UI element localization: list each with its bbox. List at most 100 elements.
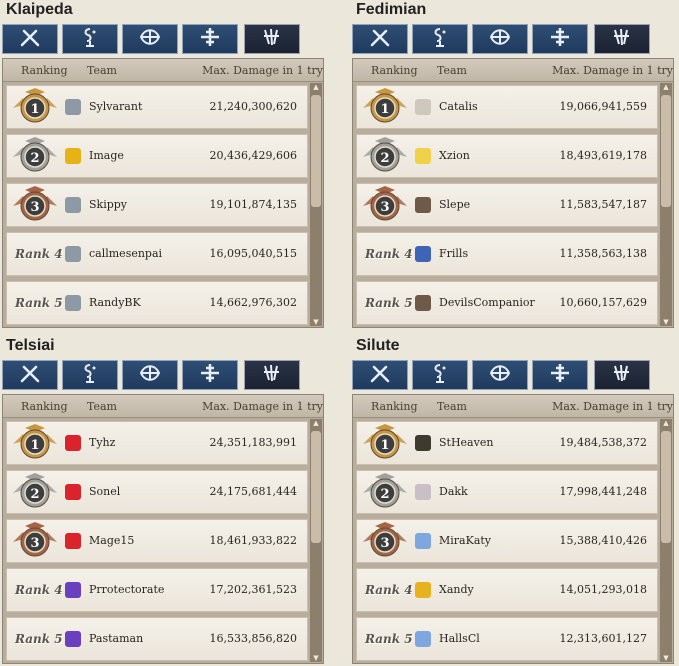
scroll-up-arrow-icon[interactable]: ▲: [311, 83, 321, 91]
header-damage: Max. Damage in 1 try: [552, 64, 673, 77]
tab-scout[interactable]: [594, 360, 650, 390]
tab-wizard[interactable]: [412, 24, 468, 54]
region-panel: Silute Ranking Team Max. Damage in 1 try 1 St…: [350, 336, 676, 666]
table-row[interactable]: Rank 4 Frills 11,358,563,138: [356, 232, 658, 276]
team-name: StHeaven: [439, 436, 494, 449]
scroll-up-arrow-icon[interactable]: ▲: [311, 419, 321, 427]
header-team: Team: [437, 400, 467, 413]
table-row[interactable]: 2 Sonel 24,175,681,444: [6, 470, 308, 514]
scroll-up-arrow-icon[interactable]: ▲: [661, 83, 671, 91]
tab-scout[interactable]: [244, 24, 300, 54]
table-row[interactable]: Rank 4 Xandy 14,051,293,018: [356, 568, 658, 612]
table-row[interactable]: 1 Catalis 19,066,941,559: [356, 85, 658, 129]
ranking-table: Ranking Team Max. Damage in 1 try 1 Catalis 1…: [352, 58, 674, 328]
tab-wizard[interactable]: [412, 360, 468, 390]
team-name: Xzion: [439, 149, 470, 162]
team-name: Sonel: [89, 485, 121, 498]
tab-cleric[interactable]: [532, 24, 588, 54]
scrollbar[interactable]: ▲ ▼: [310, 83, 322, 326]
character-emblem-icon: [415, 295, 431, 311]
table-row[interactable]: 3 Skippy 19,101,874,135: [6, 183, 308, 227]
region-title: Klaipeda: [6, 1, 73, 18]
swordsman-icon: [367, 362, 393, 388]
max-damage-value: 17,202,361,523: [209, 583, 297, 596]
cleric-icon: [197, 26, 223, 52]
bronze-medal-icon: 3: [361, 186, 409, 224]
tab-swordsman[interactable]: [2, 360, 58, 390]
rank-label: Rank 4: [15, 583, 63, 597]
table-row[interactable]: Rank 4 callmesenpai 16,095,040,515: [6, 232, 308, 276]
header-damage: Max. Damage in 1 try: [552, 400, 673, 413]
scroll-down-arrow-icon[interactable]: ▼: [311, 654, 321, 662]
tab-archer[interactable]: [472, 24, 528, 54]
table-row[interactable]: 1 Tyhz 24,351,183,991: [6, 421, 308, 465]
svg-text:1: 1: [380, 438, 389, 453]
gold-medal-icon: 1: [11, 424, 59, 462]
table-row[interactable]: Rank 5 DevilsCompanior 10,660,157,629: [356, 281, 658, 325]
table-row[interactable]: 2 Dakk 17,998,441,248: [356, 470, 658, 514]
table-row[interactable]: 2 Xzion 18,493,619,178: [356, 134, 658, 178]
table-row[interactable]: Rank 5 RandyBK 14,662,976,302: [6, 281, 308, 325]
tab-archer[interactable]: [122, 24, 178, 54]
max-damage-value: 14,662,976,302: [209, 296, 297, 309]
header-ranking: Ranking: [371, 64, 418, 77]
table-row[interactable]: 1 Sylvarant 21,240,300,620: [6, 85, 308, 129]
team-name: Sylvarant: [89, 100, 143, 113]
chick-emblem-icon: [415, 148, 431, 164]
header-team: Team: [87, 400, 117, 413]
tab-wizard[interactable]: [62, 360, 118, 390]
tab-swordsman[interactable]: [352, 24, 408, 54]
scrollbar[interactable]: ▲ ▼: [310, 419, 322, 662]
table-row[interactable]: 3 MiraKaty 15,388,410,426: [356, 519, 658, 563]
max-damage-value: 20,436,429,606: [209, 149, 297, 162]
scroll-up-arrow-icon[interactable]: ▲: [661, 419, 671, 427]
scroll-down-arrow-icon[interactable]: ▼: [661, 654, 671, 662]
header-damage: Max. Damage in 1 try: [202, 400, 323, 413]
table-row[interactable]: Rank 5 HallsCl 12,313,601,127: [356, 617, 658, 661]
bronze-medal-icon: 3: [361, 522, 409, 560]
tab-cleric[interactable]: [182, 360, 238, 390]
scroll-thumb[interactable]: [311, 431, 321, 543]
region-panel: Klaipeda Ranking Team Max. Damage in 1 try 1…: [0, 0, 326, 330]
yellow-emblem-icon: [65, 148, 81, 164]
scroll-down-arrow-icon[interactable]: ▼: [311, 318, 321, 326]
tab-scout[interactable]: [594, 24, 650, 54]
purple-emblem-icon: [65, 582, 81, 598]
max-damage-value: 24,351,183,991: [209, 436, 297, 449]
tab-cleric[interactable]: [182, 24, 238, 54]
tab-cleric[interactable]: [532, 360, 588, 390]
scrollbar[interactable]: ▲ ▼: [660, 83, 672, 326]
tab-swordsman[interactable]: [2, 24, 58, 54]
svg-text:2: 2: [380, 151, 389, 166]
table-row[interactable]: 2 Image 20,436,429,606: [6, 134, 308, 178]
max-damage-value: 10,660,157,629: [559, 296, 647, 309]
team-name: Tyhz: [89, 436, 116, 449]
header-ranking: Ranking: [21, 64, 68, 77]
table-header: Ranking Team Max. Damage in 1 try: [3, 59, 323, 82]
scroll-thumb[interactable]: [661, 431, 671, 543]
header-team: Team: [87, 64, 117, 77]
table-row[interactable]: 3 Mage15 18,461,933,822: [6, 519, 308, 563]
table-row[interactable]: Rank 5 Pastaman 16,533,856,820: [6, 617, 308, 661]
svg-text:2: 2: [30, 487, 39, 502]
tab-wizard[interactable]: [62, 24, 118, 54]
team-name: HallsCl: [439, 632, 480, 645]
table-row[interactable]: 1 StHeaven 19,484,538,372: [356, 421, 658, 465]
scroll-down-arrow-icon[interactable]: ▼: [661, 318, 671, 326]
rank-label: Rank 4: [365, 247, 413, 261]
rank-label: Rank 4: [365, 583, 413, 597]
scrollbar[interactable]: ▲ ▼: [660, 419, 672, 662]
scroll-thumb[interactable]: [661, 95, 671, 207]
header-team: Team: [437, 64, 467, 77]
tab-archer[interactable]: [122, 360, 178, 390]
tab-scout[interactable]: [244, 360, 300, 390]
table-row[interactable]: Rank 4 Prrotectorate 17,202,361,523: [6, 568, 308, 612]
silver-medal-icon: 2: [11, 473, 59, 511]
tab-archer[interactable]: [472, 360, 528, 390]
character-emblem-icon: [415, 197, 431, 213]
table-row[interactable]: 3 Slepe 11,583,547,187: [356, 183, 658, 227]
shield-emblem-icon: [415, 246, 431, 262]
tab-swordsman[interactable]: [352, 360, 408, 390]
scout-icon: [609, 362, 635, 388]
scroll-thumb[interactable]: [311, 95, 321, 207]
